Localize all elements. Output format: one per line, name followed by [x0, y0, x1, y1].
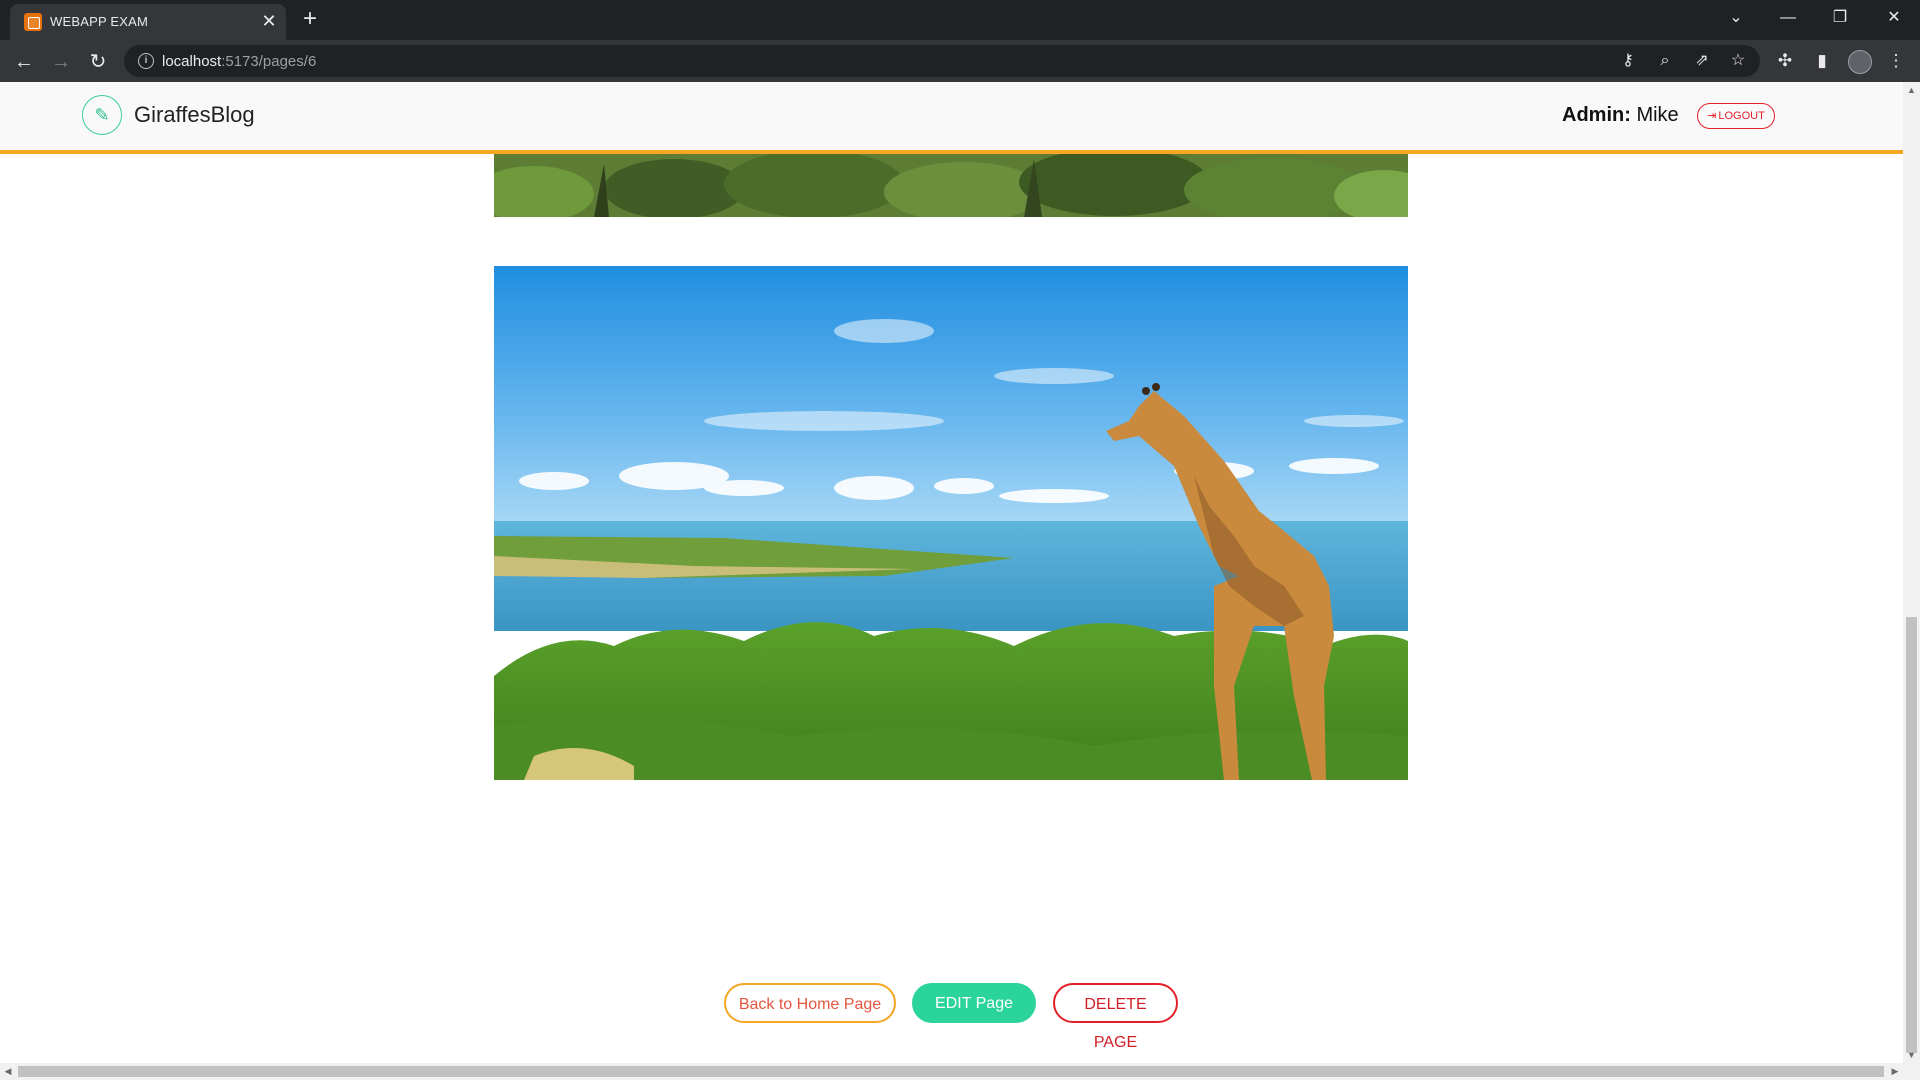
brand-name[interactable]: GiraffesBlog — [134, 102, 255, 128]
back-to-home-button[interactable]: Back to Home Page — [724, 983, 896, 1023]
key-icon[interactable]: ⚷ — [1616, 50, 1640, 72]
page-viewport: ✎ GiraffesBlog Admin: Mike ⇥ LOGOUT Back… — [0, 82, 1903, 1063]
scroll-up-icon[interactable]: ▲ — [1903, 82, 1920, 98]
url-text: localhost:5173/pages/6 — [162, 53, 316, 70]
scroll-right-icon[interactable]: ▶ — [1887, 1063, 1903, 1080]
url-host: localhost — [162, 53, 222, 70]
browser-tab-strip: WEBAPP EXAM ✕ + ⌄ — ❐ ✕ — [0, 0, 1920, 40]
restore-button[interactable]: ❐ — [1822, 4, 1858, 32]
browser-toolbar: ← → ↻ i localhost:5173/pages/6 ⚷ ⌕ ⇗ ☆ — [0, 40, 1920, 82]
logout-button[interactable]: ⇥ LOGOUT — [1697, 103, 1775, 129]
extensions-icon[interactable]: ✣ — [1771, 48, 1799, 74]
tab-title: WEBAPP EXAM — [50, 14, 149, 29]
scroll-down-icon[interactable]: ▼ — [1903, 1047, 1920, 1063]
share-icon[interactable]: ⇗ — [1690, 50, 1714, 72]
browser-tab[interactable]: WEBAPP EXAM ✕ — [10, 4, 286, 40]
savanna-trees-image — [474, 148, 1434, 222]
giraffe-lake-image — [494, 266, 1408, 780]
menu-kebab-icon[interactable]: ⋮ — [1882, 48, 1910, 74]
forward-arrow-icon[interactable]: → — [47, 48, 75, 76]
site-info-icon[interactable]: i — [138, 53, 154, 69]
article-image-top — [474, 148, 1434, 222]
edit-page-button[interactable]: EDIT Page — [912, 983, 1036, 1023]
bookmark-star-icon[interactable]: ☆ — [1726, 50, 1750, 72]
admin-name: Mike — [1636, 104, 1679, 126]
minimize-button[interactable]: — — [1770, 4, 1806, 32]
tab-close-icon[interactable]: ✕ — [258, 10, 280, 32]
logout-icon: ⇥ — [1707, 110, 1717, 122]
admin-info: Admin: Mike — [1562, 104, 1679, 127]
delete-page-button[interactable]: DELETE PAGE — [1053, 983, 1178, 1051]
site-header: ✎ GiraffesBlog Admin: Mike ⇥ LOGOUT — [0, 82, 1903, 154]
admin-label: Admin: — [1562, 104, 1631, 126]
new-tab-button[interactable]: + — [296, 6, 324, 34]
scroll-left-icon[interactable]: ◀ — [0, 1063, 16, 1080]
favicon-icon — [24, 13, 42, 31]
reload-icon[interactable]: ↻ — [84, 48, 112, 76]
address-bar[interactable]: i localhost:5173/pages/6 ⚷ ⌕ ⇗ ☆ — [124, 45, 1760, 77]
profile-avatar[interactable] — [1848, 50, 1872, 74]
back-arrow-icon[interactable]: ← — [10, 48, 38, 76]
window-close-button[interactable]: ✕ — [1876, 4, 1912, 32]
horizontal-scroll-thumb[interactable] — [18, 1066, 1884, 1077]
vertical-scroll-thumb[interactable] — [1906, 617, 1917, 1053]
url-path: :5173/pages/6 — [221, 53, 317, 70]
tab-search-icon[interactable]: ⌄ — [1718, 4, 1754, 32]
logout-label: LOGOUT — [1718, 110, 1765, 122]
vertical-scrollbar[interactable]: ▲ ▼ — [1903, 82, 1920, 1063]
side-panel-icon[interactable]: ▮ — [1808, 48, 1836, 74]
edit-logo-icon[interactable]: ✎ — [82, 95, 122, 135]
horizontal-scrollbar[interactable]: ◀ ▶ — [0, 1063, 1920, 1080]
zoom-icon[interactable]: ⌕ — [1653, 50, 1677, 72]
article-image-giraffe — [494, 266, 1408, 780]
